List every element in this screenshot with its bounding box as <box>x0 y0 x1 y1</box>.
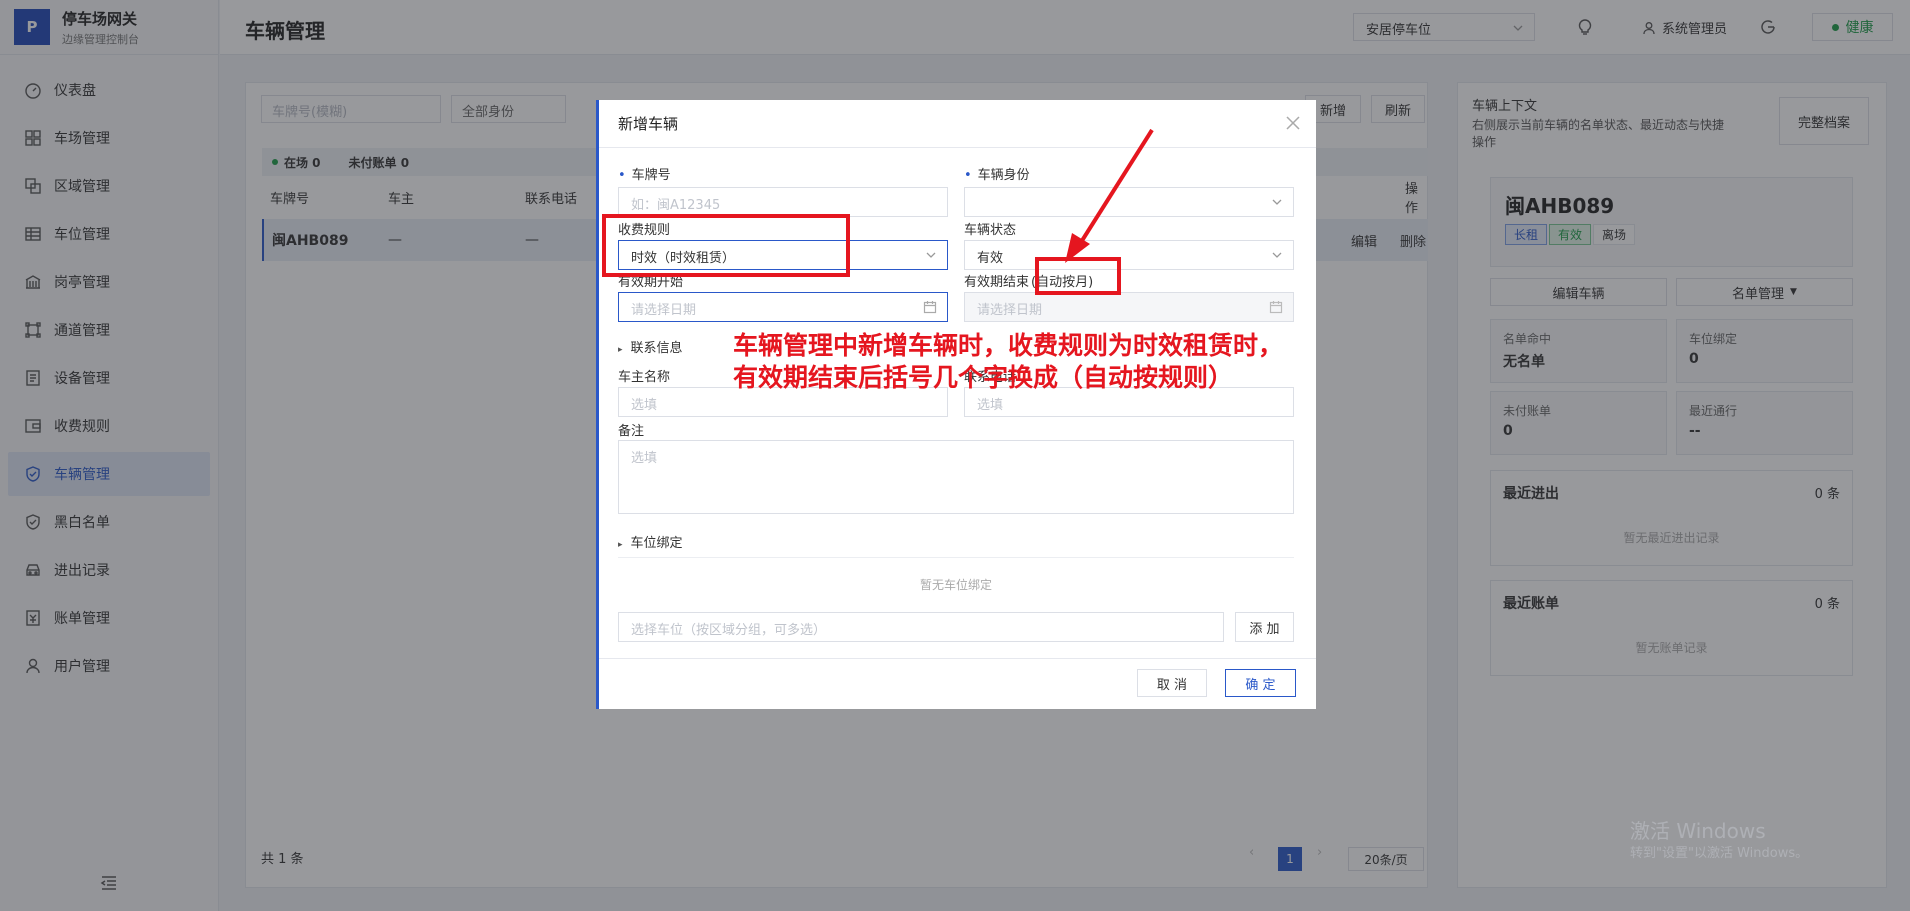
add-space-button[interactable]: 添 加 <box>1235 612 1294 642</box>
chevron-down-icon <box>1271 196 1283 208</box>
windows-watermark: 激活 Windows <box>1630 819 1766 843</box>
annotation-arrow-icon <box>1065 128 1154 263</box>
identity-label: • 车辆身份 <box>964 168 1030 183</box>
cancel-button[interactable]: 取 消 <box>1137 669 1207 697</box>
confirm-button[interactable]: 确 定 <box>1225 669 1296 697</box>
space-divider <box>618 557 1294 558</box>
space-select-input[interactable]: 选择车位（按区域分组，可多选） <box>618 612 1224 642</box>
valid-start-input[interactable]: 请选择日期 <box>618 292 948 322</box>
plate-label: • 车牌号 <box>618 168 671 183</box>
windows-watermark-sub: 转到"设置"以激活 Windows。 <box>1630 846 1809 861</box>
space-empty-text: 暂无车位绑定 <box>919 578 992 592</box>
status-value: 有效 <box>977 251 1004 266</box>
add-vehicle-modal: 新增车辆 • 车牌号 如：闽A12345 • 车辆身份 收费规则 时效（时效租赁） … <box>596 100 1316 709</box>
annotation-text: 车辆管理中新增车辆时，收费规则为时效租赁时， 有效期结束后括号几个字换成（自动按… <box>733 330 1283 394</box>
modal-title: 新增车辆 <box>599 100 1316 148</box>
plate-input[interactable]: 如：闽A12345 <box>618 187 948 217</box>
owner-name-label: 车主名称 <box>618 370 671 385</box>
contact-section-title: ▸ 联系信息 <box>618 341 683 356</box>
remark-textarea[interactable]: 选填 <box>618 440 1294 514</box>
annotation-line-1: 车辆管理中新增车辆时，收费规则为时效租赁时， <box>733 331 1284 360</box>
chevron-down-icon <box>925 249 937 261</box>
space-section-title: ▸ 车位绑定 <box>618 536 683 551</box>
remark-label: 备注 <box>618 424 645 439</box>
modal-footer: 取 消 确 定 <box>599 658 1316 709</box>
close-icon[interactable] <box>1282 112 1304 134</box>
annotation-line-2: 有效期结束后括号几个字换成（自动按规则） <box>733 363 1234 392</box>
annotation-fee-rule-box <box>602 214 850 277</box>
chevron-down-icon <box>1271 249 1283 261</box>
status-label: 车辆状态 <box>964 223 1017 238</box>
valid-end-input[interactable]: 请选择日期 <box>964 292 1294 322</box>
calendar-icon <box>1269 300 1283 314</box>
calendar-icon <box>923 300 937 314</box>
